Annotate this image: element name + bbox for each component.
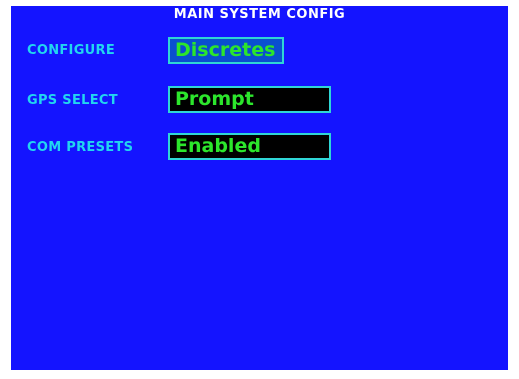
gps-select-field[interactable]: Prompt — [168, 86, 331, 113]
configure-label: CONFIGURE — [27, 43, 116, 58]
page-title: MAIN SYSTEM CONFIG — [173, 7, 346, 22]
com-presets-label: COM PRESETS — [27, 140, 134, 155]
com-presets-field[interactable]: Enabled — [168, 133, 331, 160]
gps-select-label: GPS SELECT — [27, 93, 118, 108]
configure-field[interactable]: Discretes — [168, 37, 284, 64]
config-screen: MAIN SYSTEM CONFIG CONFIGURE Discretes G… — [11, 6, 508, 370]
